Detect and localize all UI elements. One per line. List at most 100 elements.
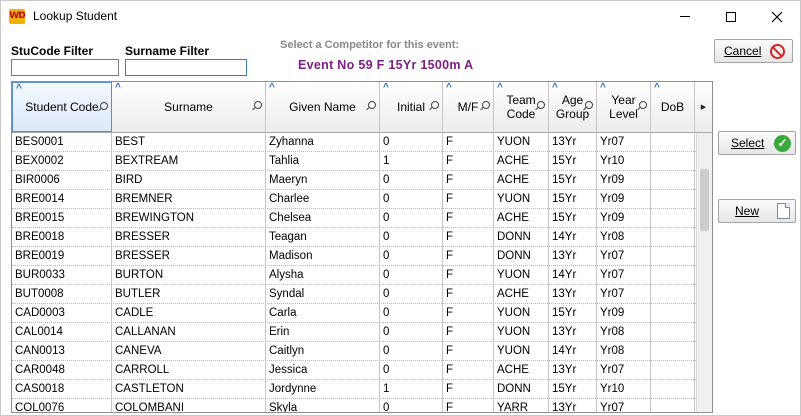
student-grid: ^ Student Code ^ Surname ^ Given Name ^ Initial… <box>11 81 713 413</box>
table-cell: COL0076 <box>12 399 112 412</box>
sort-caret-icon[interactable]: ^ <box>600 83 606 93</box>
column-header[interactable]: ^ Team Code <box>494 82 549 132</box>
table-row[interactable]: BRE0019 BRESSER Madison 0 F DONN 13Yr Yr07 <box>12 247 696 266</box>
table-cell <box>651 323 695 342</box>
table-cell: 0 <box>380 266 443 285</box>
stucode-filter-input[interactable] <box>11 59 119 76</box>
table-row[interactable]: BES0001 BEST Zyhanna 0 F YUON 13Yr Yr07 <box>12 133 696 152</box>
table-row[interactable]: COL0076 COLOMBANI Skyla 0 F YARR 13Yr Yr07 <box>12 399 696 412</box>
table-row[interactable]: BRE0014 BREMNER Charlee 0 F YUON 15Yr Yr09 <box>12 190 696 209</box>
column-filter-search-icon[interactable] <box>100 102 108 110</box>
table-cell <box>651 133 695 152</box>
column-header[interactable]: ^ Surname <box>112 82 266 132</box>
table-cell <box>651 399 695 412</box>
table-row[interactable]: CAL0014 CALLANAN Erin 0 F YUON 13Yr Yr08 <box>12 323 696 342</box>
scrollbar-thumb[interactable] <box>700 169 709 231</box>
table-cell: 14Yr <box>549 228 597 247</box>
check-circle-icon: ✓ <box>774 135 791 152</box>
column-header-label: Year Level <box>609 93 638 121</box>
column-header[interactable]: ^ DoB <box>651 82 695 132</box>
sort-caret-icon[interactable]: ^ <box>383 83 389 93</box>
table-cell: BEXTREAM <box>112 152 266 171</box>
column-filter-search-icon[interactable] <box>639 101 647 109</box>
column-header[interactable]: ^ Initial <box>380 82 443 132</box>
table-cell: Yr07 <box>597 285 651 304</box>
column-filter-search-icon[interactable] <box>585 101 593 109</box>
table-row[interactable]: CAR0048 CARROLL Jessica 0 F ACHE 13Yr Yr07 <box>12 361 696 380</box>
column-header[interactable]: ^ Age Group <box>549 82 597 132</box>
lookup-student-window: WD Lookup Student StuCode Filter Surname… <box>0 0 801 416</box>
maximize-button[interactable] <box>708 1 754 32</box>
column-filter-search-icon[interactable] <box>431 101 439 109</box>
table-cell: YARR <box>494 399 549 412</box>
sort-caret-icon[interactable]: ^ <box>16 84 22 94</box>
scroll-right-arrow-icon[interactable]: ▶ <box>695 82 712 132</box>
table-row[interactable]: BUT0008 BUTLER Syndal 0 F ACHE 13Yr Yr07 <box>12 285 696 304</box>
column-header[interactable]: ^ Given Name <box>266 82 380 132</box>
table-cell: F <box>443 380 494 399</box>
minimize-button[interactable] <box>662 1 708 32</box>
table-cell <box>651 285 695 304</box>
new-button[interactable]: New <box>718 199 796 223</box>
table-cell: 14Yr <box>549 342 597 361</box>
table-cell: Maeryn <box>266 171 380 190</box>
surname-filter-input[interactable] <box>125 59 247 76</box>
sort-caret-icon[interactable]: ^ <box>115 83 121 93</box>
column-filter-search-icon[interactable] <box>368 101 376 109</box>
table-cell: YUON <box>494 190 549 209</box>
sort-caret-icon[interactable]: ^ <box>269 83 275 93</box>
table-cell <box>651 380 695 399</box>
table-cell: ACHE <box>494 209 549 228</box>
column-filter-search-icon[interactable] <box>482 101 490 109</box>
table-row[interactable]: BRE0015 BREWINGTON Chelsea 0 F ACHE 15Yr Yr09 <box>12 209 696 228</box>
table-row[interactable]: BUR0033 BURTON Alysha 0 F YUON 14Yr Yr07 <box>12 266 696 285</box>
table-cell: Yr09 <box>597 171 651 190</box>
table-cell: YUON <box>494 304 549 323</box>
cancel-button-label: Cancel <box>724 44 762 58</box>
table-cell: Carla <box>266 304 380 323</box>
minimize-icon <box>680 16 690 17</box>
table-cell: 1 <box>380 152 443 171</box>
table-cell: Yr08 <box>597 342 651 361</box>
table-row[interactable]: BIR0006 BIRD Maeryn 0 F ACHE 15Yr Yr09 <box>12 171 696 190</box>
column-filter-search-icon[interactable] <box>537 101 545 109</box>
table-cell: 1 <box>380 380 443 399</box>
table-cell: Yr10 <box>597 152 651 171</box>
table-row[interactable]: BRE0018 BRESSER Teagan 0 F DONN 14Yr Yr08 <box>12 228 696 247</box>
table-cell: 0 <box>380 399 443 412</box>
select-button[interactable]: Select ✓ <box>718 131 796 155</box>
column-header[interactable]: ^ Student Code <box>12 82 112 132</box>
column-header[interactable]: ^ Year Level <box>597 82 651 132</box>
table-row[interactable]: BEX0002 BEXTREAM Tahlia 1 F ACHE 15Yr Yr10 <box>12 152 696 171</box>
table-cell: BRE0018 <box>12 228 112 247</box>
table-cell: BIRD <box>112 171 266 190</box>
table-cell: Yr10 <box>597 380 651 399</box>
table-cell: 15Yr <box>549 171 597 190</box>
table-cell: 0 <box>380 247 443 266</box>
close-button[interactable] <box>754 1 800 32</box>
vertical-scrollbar[interactable] <box>696 133 712 412</box>
cancel-button[interactable]: Cancel <box>714 39 793 63</box>
table-cell: BES0001 <box>12 133 112 152</box>
sort-caret-icon[interactable]: ^ <box>552 83 558 93</box>
table-cell: BUT0008 <box>12 285 112 304</box>
table-row[interactable]: CAD0003 CADLE Carla 0 F YUON 15Yr Yr09 <box>12 304 696 323</box>
table-cell: DONN <box>494 228 549 247</box>
column-header-label: Surname <box>164 100 213 114</box>
table-row[interactable]: CAN0013 CANEVA Caitlyn 0 F YUON 14Yr Yr08 <box>12 342 696 361</box>
sort-caret-icon[interactable]: ^ <box>446 83 452 93</box>
new-document-icon <box>777 203 790 219</box>
sort-caret-icon[interactable]: ^ <box>497 83 503 93</box>
table-cell: DONN <box>494 247 549 266</box>
column-filter-search-icon[interactable] <box>254 101 262 109</box>
table-cell: Caitlyn <box>266 342 380 361</box>
window-title: Lookup Student <box>33 9 118 23</box>
table-cell: ACHE <box>494 152 549 171</box>
column-header-label: Given Name <box>289 100 356 114</box>
table-cell: Yr08 <box>597 323 651 342</box>
sort-caret-icon[interactable]: ^ <box>654 83 660 93</box>
table-cell: BREMNER <box>112 190 266 209</box>
table-row[interactable]: CAS0018 CASTLETON Jordynne 1 F DONN 15Yr Yr10 <box>12 380 696 399</box>
column-header[interactable]: ^ M/F <box>443 82 494 132</box>
table-cell <box>651 361 695 380</box>
